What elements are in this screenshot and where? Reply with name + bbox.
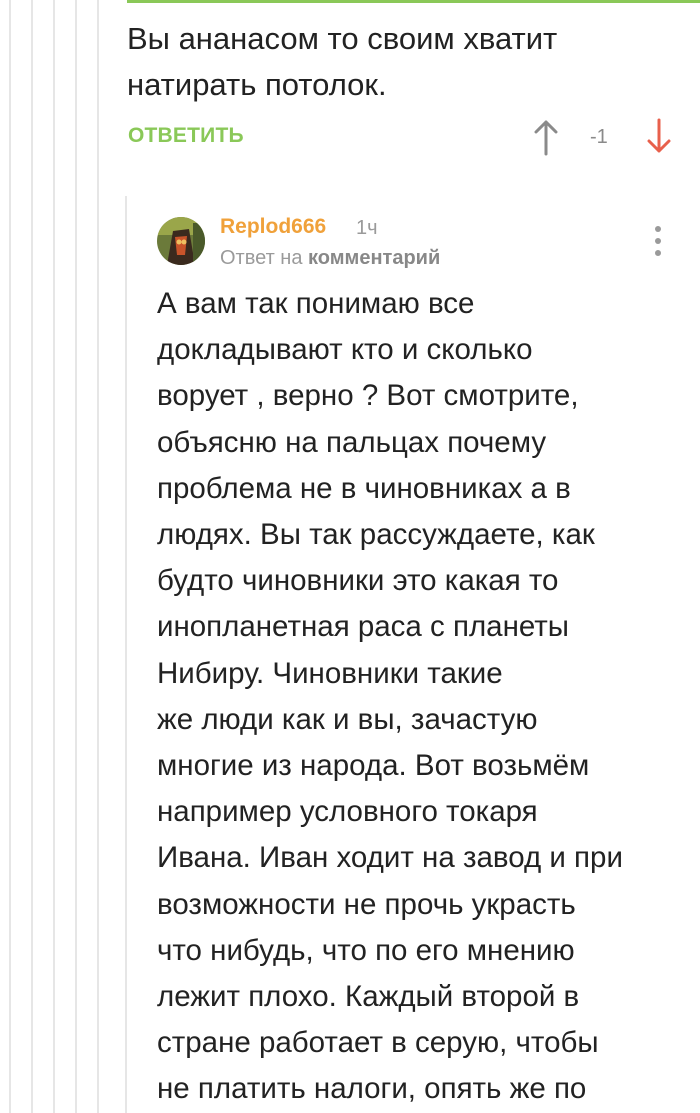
arrow-down-icon[interactable] [645,118,673,156]
parent-comment-line: Вы ананасом то своим хватит [127,21,558,56]
avatar[interactable] [157,217,205,265]
comment-timestamp: 1ч [356,217,378,239]
thread-line [75,0,77,1113]
parent-comment-line: натирать потолок. [127,67,387,102]
more-vertical-icon[interactable] [650,226,666,262]
rating-count: -1 [590,126,608,148]
reply-to-link[interactable]: комментарий [308,247,440,269]
arrow-up-icon[interactable] [532,118,560,156]
reply-button[interactable]: ОТВЕТИТЬ [128,124,244,148]
reply-to-info: Ответ на комментарий [220,247,440,270]
thread-line [53,0,55,1113]
thread-line [97,0,99,1113]
comment-line: возможности не прочь украсть [157,887,576,921]
comment-line: докладывают кто и сколько [157,333,533,367]
comment-line: Нибиру. Чиновники такие [157,656,503,690]
thread-line [31,0,33,1113]
reply-to-prefix: Ответ на [220,247,303,269]
comments-page: Вы ананасом то своим хватит натирать пот… [0,0,700,1113]
comment-line: объясню на пальцах почему [157,425,547,459]
comment-line: ворует , верно ? Вот смотрите, [157,379,579,413]
comment-line: стране работает в серую, чтобы [157,1026,599,1060]
comment-line: А вам так понимаю все [157,287,475,320]
thread-line [9,0,11,1113]
comment-line: проблема не в чиновниках а в [157,471,571,505]
comment-line: же люди как и вы, зачастую [157,702,538,736]
parent-comment-text: Вы ананасом то своим хватит натирать пот… [127,16,667,108]
comment-line: многие из народа. Вот возьмём [157,749,590,783]
comment-body: А вам так понимаю все докладывают кто и … [157,281,657,1113]
comment-line: не платить налоги, опять же по [157,1072,587,1106]
comment-line: будто чиновники это какая то [157,564,559,598]
comment-highlight-edge [127,0,700,3]
comment-line: что нибудь, что по его мнению [157,933,575,967]
thread-line [125,196,127,1113]
comment-line: людях. Вы так рассуждаете, как [157,518,595,552]
comment-line: например условного токаря [157,795,538,829]
comment-line: Ивана. Иван ходит на завод и при [157,841,623,875]
comment-line: лежит плохо. Каждый второй в [157,980,580,1014]
comment-author[interactable]: Replod666 [220,215,326,239]
comment-line: инопланетная раса с планеты [157,610,570,644]
